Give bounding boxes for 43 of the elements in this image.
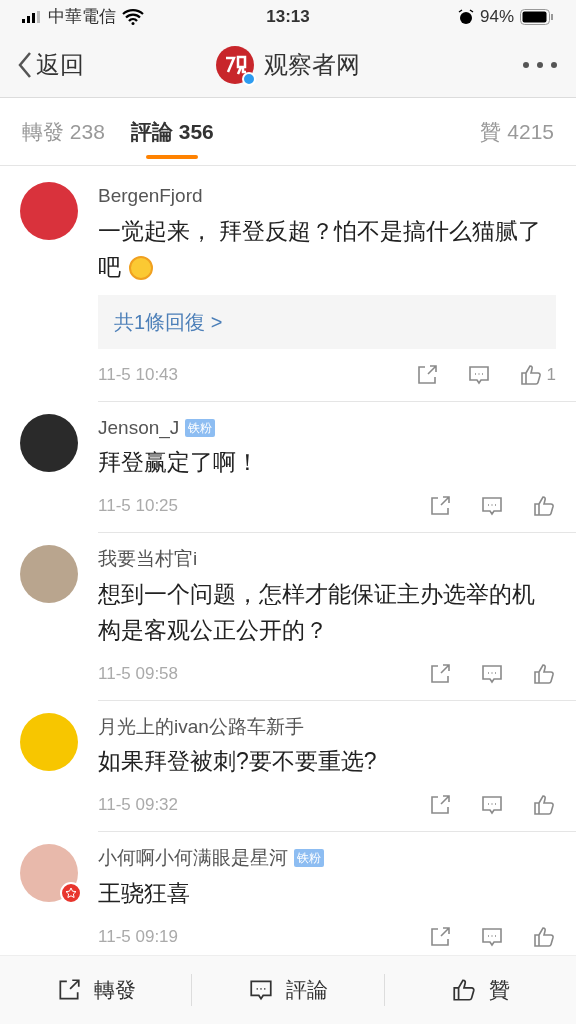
back-chevron-icon: [18, 51, 32, 79]
comment-time: 11-5 10:25: [98, 495, 180, 518]
comment-time: 11-5 10:43: [98, 363, 180, 386]
thumbs-up-icon[interactable]: [532, 661, 556, 686]
clock-time: 13:13: [266, 5, 310, 28]
comment-text: 如果拜登被刺?要不要重选?: [98, 747, 378, 776]
thumbs-up-icon[interactable]: [518, 362, 543, 387]
username[interactable]: Jenson_J: [98, 413, 180, 442]
action-button[interactable]: 轉發: [55, 974, 136, 1006]
thumbs-up-icon[interactable]: [450, 977, 477, 1003]
logo-icon: [216, 46, 254, 84]
comment-text: 拜登赢定了啊！: [98, 448, 260, 477]
like-count: 1: [546, 363, 556, 386]
comment-time: 11-5 09:19: [98, 925, 180, 948]
comment-time: 11-5 09:32: [98, 794, 180, 817]
fan-badge: 铁粉: [294, 849, 324, 868]
comment-time: 11-5 09:58: [98, 662, 180, 685]
battery-percent: 94%: [480, 5, 514, 28]
carrier-name: 中華電信: [48, 5, 116, 28]
tab-underline: [146, 155, 199, 159]
comment-text: 王骁狂喜: [98, 878, 191, 908]
username[interactable]: 月光上的ivan公路车新手: [98, 712, 304, 741]
comment-text: 想到一个问题，怎样才能保证主办选举的机构是客观公正公开的？: [98, 579, 536, 645]
replies-link[interactable]: 共1條回復 >: [114, 306, 223, 337]
action-button[interactable]: 評論: [248, 974, 328, 1006]
account-title: 观察者网: [264, 50, 360, 80]
comment-text: 一觉起来， 拜登反超？怕不是搞什么猫腻了吧: [98, 216, 543, 283]
tab[interactable]: 評論 356: [130, 98, 214, 165]
avatar[interactable]: [20, 413, 78, 472]
fan-badge: 铁粉: [185, 418, 216, 437]
signal-icon: [22, 10, 42, 23]
username[interactable]: BergenFjord: [98, 182, 203, 211]
action-button[interactable]: 贊: [450, 974, 510, 1006]
thumbs-up-icon[interactable]: [532, 494, 556, 518]
alarm-icon: [458, 8, 474, 25]
username[interactable]: 小何啊小何满眼是星河: [98, 844, 288, 873]
back-button[interactable]: 返回: [18, 47, 138, 83]
thumbs-up-icon[interactable]: [532, 924, 556, 949]
thumbs-up-icon[interactable]: [532, 793, 556, 817]
username[interactable]: 我要当村官i: [98, 545, 198, 574]
battery-icon: [520, 8, 554, 25]
more-icon: [522, 61, 558, 69]
wifi-icon: [122, 8, 144, 25]
